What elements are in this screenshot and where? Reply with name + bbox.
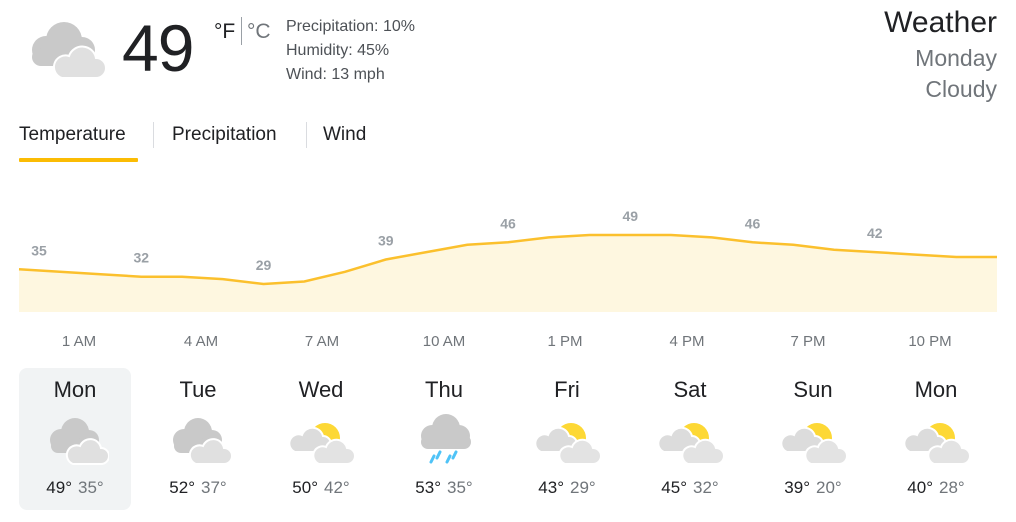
forecast-day-name: Mon	[914, 377, 958, 402]
forecast-low: 37°	[201, 478, 227, 497]
forecast-low: 28°	[939, 478, 965, 497]
data-label: 46	[745, 215, 761, 231]
forecast-day-name: Wed	[298, 377, 344, 402]
unit-celsius-toggle[interactable]: °C	[247, 20, 271, 44]
forecast-day-tue[interactable]: Tue 52° 37°	[142, 368, 254, 510]
rain-icon	[419, 412, 473, 464]
precipitation-detail: Precipitation: 10%	[286, 18, 415, 35]
cloudy-icon	[32, 22, 106, 79]
tab-divider	[153, 122, 154, 148]
x-tick-label: 4 PM	[669, 333, 705, 350]
tab-precipitation[interactable]: Precipitation	[172, 124, 277, 146]
forecast-high: 39°	[784, 478, 810, 497]
forecast-day-fri[interactable]: Fri 43° 29°	[511, 368, 623, 510]
x-tick-label: 7 PM	[790, 333, 826, 350]
forecast-day-name: Mon	[53, 377, 97, 402]
data-label: 49	[623, 208, 639, 224]
forecast-day-mon[interactable]: Mon 49° 35°	[19, 368, 131, 510]
partly-cloudy-icon	[658, 422, 724, 465]
forecast-high: 52°	[169, 478, 195, 497]
data-label: 46	[500, 215, 516, 231]
forecast-low: 32°	[693, 478, 719, 497]
forecast-high: 40°	[907, 478, 933, 497]
forecast-day-name: Thu	[425, 377, 463, 402]
partly-cloudy-icon	[289, 422, 355, 465]
forecast-low: 29°	[570, 478, 596, 497]
forecast-day-name: Sun	[793, 377, 833, 402]
data-label: 32	[134, 250, 150, 266]
forecast-day-sun[interactable]: Sun 39° 20°	[757, 368, 869, 510]
forecast-day-name: Tue	[179, 377, 217, 402]
weather-condition: Cloudy	[925, 76, 997, 102]
x-tick-label: 1 AM	[61, 333, 97, 350]
weather-day: Monday	[915, 45, 997, 71]
forecast-low: 20°	[816, 478, 842, 497]
data-label: 35	[31, 242, 47, 258]
data-label: 39	[378, 233, 394, 249]
partly-cloudy-icon	[535, 422, 601, 465]
data-label: 42	[867, 225, 883, 241]
forecast-high: 45°	[661, 478, 687, 497]
unit-divider	[241, 17, 242, 45]
chart-area	[19, 235, 997, 312]
forecast-high: 49°	[46, 478, 72, 497]
x-tick-label: 10 PM	[908, 333, 952, 350]
forecast-high: 53°	[415, 478, 441, 497]
tab-divider	[306, 122, 307, 148]
temperature-chart: 35 32 29 39 46 49 46 42	[18, 208, 997, 312]
current-temperature: 49	[122, 11, 194, 85]
humidity-detail: Humidity: 45%	[286, 42, 390, 59]
x-tick-label: 1 PM	[547, 333, 583, 350]
forecast-day-sat[interactable]: Sat 45° 32°	[634, 368, 746, 510]
unit-fahrenheit-toggle[interactable]: °F	[214, 20, 235, 44]
cloudy-icon	[172, 417, 232, 465]
x-tick-label: 7 AM	[304, 333, 340, 350]
forecast-low: 35°	[78, 478, 104, 497]
tab-wind[interactable]: Wind	[323, 124, 366, 146]
forecast-day-wed[interactable]: Wed 50° 42°	[265, 368, 377, 510]
x-tick-label: 4 AM	[183, 333, 219, 350]
forecast-day-thu[interactable]: Thu 53° 35°	[388, 368, 500, 510]
partly-cloudy-icon	[781, 422, 847, 465]
forecast-low: 42°	[324, 478, 350, 497]
cloudy-icon	[49, 417, 109, 465]
data-label: 29	[256, 257, 272, 273]
tab-selected-underline	[19, 158, 138, 162]
x-tick-label: 10 AM	[422, 333, 466, 350]
forecast-day-mon-next[interactable]: Mon 40° 28°	[880, 368, 992, 510]
forecast-high: 43°	[538, 478, 564, 497]
weather-title: Weather	[884, 6, 997, 39]
forecast-day-name: Fri	[554, 377, 580, 402]
forecast-high: 50°	[292, 478, 318, 497]
forecast-day-name: Sat	[673, 377, 707, 402]
forecast-low: 35°	[447, 478, 473, 497]
tab-temperature[interactable]: Temperature	[19, 124, 126, 146]
partly-cloudy-icon	[904, 422, 970, 465]
wind-detail: Wind: 13 mph	[286, 66, 385, 83]
